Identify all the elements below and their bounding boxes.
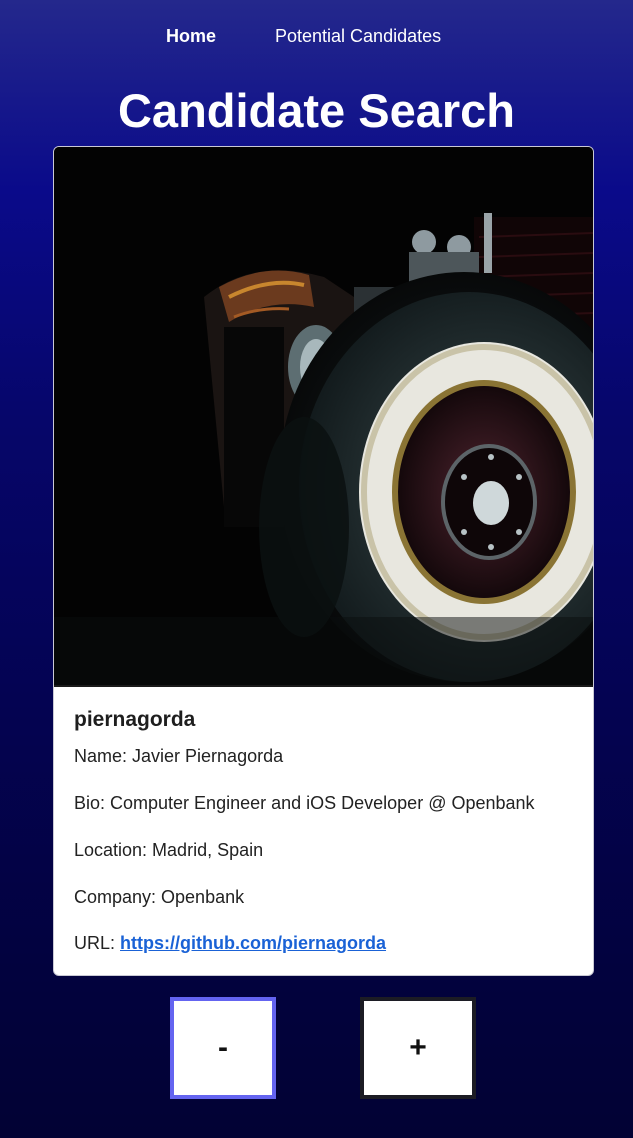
candidate-location: Location: Madrid, Spain bbox=[74, 840, 264, 860]
candidate-username: piernagorda bbox=[74, 708, 196, 731]
candidate-github-link[interactable]: https://github.com/piernagorda bbox=[120, 933, 386, 953]
candidate-company: Company: Openbank bbox=[74, 887, 245, 907]
candidate-url-line: URL: https://github.com/piernagorda bbox=[74, 932, 386, 954]
candidate-name: Name: Javier Piernagorda bbox=[74, 746, 284, 766]
nav-potential-candidates-link[interactable]: Potential Candidates bbox=[275, 26, 441, 47]
candidate-url-prefix: URL: bbox=[74, 933, 121, 953]
save-candidate-button[interactable]: + bbox=[360, 997, 476, 1099]
candidate-bio: Bio: Computer Engineer and iOS Developer… bbox=[74, 793, 535, 813]
page-title: Candidate Search bbox=[117, 84, 516, 137]
reject-candidate-button[interactable]: - bbox=[170, 997, 276, 1099]
top-nav: Home Potential Candidates bbox=[0, 22, 633, 56]
hot-rod-wheel-photo-icon bbox=[54, 147, 593, 685]
candidate-avatar bbox=[54, 147, 593, 687]
nav-home-link[interactable]: Home bbox=[166, 26, 216, 47]
candidate-card: piernagorda Name: Javier Piernagorda Bio… bbox=[53, 146, 594, 976]
